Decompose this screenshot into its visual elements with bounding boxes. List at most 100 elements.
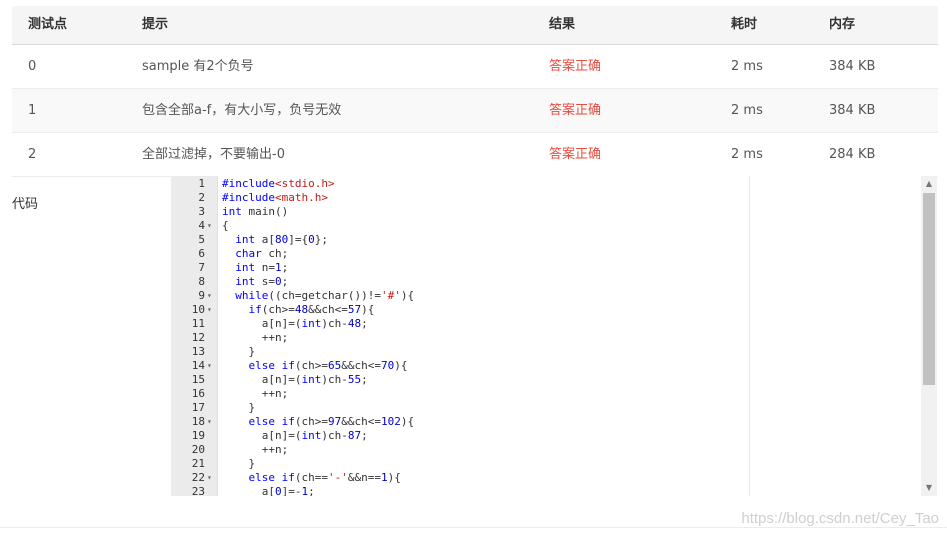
code-line[interactable]: 18 ▾ else if(ch>=97&&ch<=102){ xyxy=(171,415,911,429)
code-line[interactable]: 22 ▾ else if(ch=='-'&&n==1){ xyxy=(171,471,911,485)
scrollbar-thumb[interactable] xyxy=(923,193,935,385)
code-text[interactable]: ++n; xyxy=(222,331,289,345)
fold-toggle-icon[interactable]: ▾ xyxy=(207,415,215,429)
header-case: 测试点 xyxy=(28,17,68,32)
case-hint: 全部过滤掉，不要输出-0 xyxy=(142,147,285,162)
code-line[interactable]: 6 char ch; xyxy=(171,247,911,261)
case-time: 2 ms xyxy=(731,103,763,118)
code-line[interactable]: 7 int n=1; xyxy=(171,261,911,275)
code-line[interactable]: 23 a[0]=-1; xyxy=(171,485,911,496)
line-number: 9 xyxy=(198,289,205,302)
code-text[interactable]: if(ch>=48&&ch<=57){ xyxy=(222,303,375,317)
line-number: 8 xyxy=(198,275,205,288)
fold-toggle-icon[interactable]: ▾ xyxy=(207,303,215,317)
line-number: 14 xyxy=(191,359,205,372)
line-number: 10 xyxy=(191,303,205,316)
code-line[interactable]: 10 ▾ if(ch>=48&&ch<=57){ xyxy=(171,303,911,317)
code-text[interactable]: else if(ch=='-'&&n==1){ xyxy=(222,471,401,485)
code-line[interactable]: 9 ▾ while((ch=getchar())!='#'){ xyxy=(171,289,911,303)
code-text[interactable]: a[n]=(int)ch-55; xyxy=(222,373,368,387)
code-line[interactable]: 3 int main() xyxy=(171,205,911,219)
code-text[interactable]: char ch; xyxy=(222,247,288,261)
line-number: 22 xyxy=(191,471,205,484)
code-line[interactable]: 2 #include<math.h> xyxy=(171,191,911,205)
code-editor[interactable]: 1 #include<stdio.h> 2 #include<math.h> 3 int … xyxy=(171,176,937,496)
divider xyxy=(0,527,947,528)
editor-scrollbar[interactable]: ▲ ▼ xyxy=(921,176,937,496)
watermark: https://blog.csdn.net/Cey_Tao xyxy=(741,510,939,527)
case-time: 2 ms xyxy=(731,59,763,74)
fold-toggle-icon[interactable]: ▾ xyxy=(207,471,215,485)
code-text[interactable]: { xyxy=(222,219,229,233)
code-line[interactable]: 5 int a[80]={0}; xyxy=(171,233,911,247)
code-line[interactable]: 15 a[n]=(int)ch-55; xyxy=(171,373,911,387)
code-text[interactable]: ++n; xyxy=(222,387,289,401)
header-result: 结果 xyxy=(549,17,576,32)
case-result: 答案正确 xyxy=(549,147,602,162)
code-text[interactable]: a[n]=(int)ch-48; xyxy=(222,317,368,331)
code-text[interactable]: ++n; xyxy=(222,443,289,457)
line-number: 11 xyxy=(191,317,205,330)
code-text[interactable]: else if(ch>=65&&ch<=70){ xyxy=(222,359,408,373)
line-number: 17 xyxy=(191,401,205,414)
code-text[interactable]: } xyxy=(222,345,255,359)
code-line[interactable]: 17 } xyxy=(171,401,911,415)
line-number: 23 xyxy=(191,485,205,496)
line-number: 15 xyxy=(191,373,205,386)
table-row: 1 包含全部a-f，有大小写，负号无效 答案正确 2 ms 384 KB xyxy=(12,89,938,133)
code-text[interactable]: a[n]=(int)ch-87; xyxy=(222,429,368,443)
header-time: 耗时 xyxy=(731,17,758,32)
code-text[interactable]: } xyxy=(222,401,255,415)
case-id: 1 xyxy=(28,103,37,118)
code-text[interactable]: int s=0; xyxy=(222,275,288,289)
code-line[interactable]: 19 a[n]=(int)ch-87; xyxy=(171,429,911,443)
code-line[interactable]: 16 ++n; xyxy=(171,387,911,401)
scroll-down-arrow-icon[interactable]: ▼ xyxy=(921,480,937,496)
table-row: 0 sample 有2个负号 答案正确 2 ms 384 KB xyxy=(12,45,938,89)
case-id: 2 xyxy=(28,147,37,162)
code-line[interactable]: 8 int s=0; xyxy=(171,275,911,289)
line-number: 1 xyxy=(198,177,205,190)
scroll-up-arrow-icon[interactable]: ▲ xyxy=(921,176,937,192)
case-result: 答案正确 xyxy=(549,59,602,74)
line-number: 20 xyxy=(191,443,205,456)
case-time: 2 ms xyxy=(731,147,763,162)
fold-toggle-icon[interactable]: ▾ xyxy=(207,289,215,303)
fold-toggle-icon[interactable]: ▾ xyxy=(207,219,215,233)
code-line[interactable]: 21 } xyxy=(171,457,911,471)
line-number: 5 xyxy=(198,233,205,246)
header-hint: 提示 xyxy=(142,17,169,32)
code-line[interactable]: 14 ▾ else if(ch>=65&&ch<=70){ xyxy=(171,359,911,373)
line-number: 12 xyxy=(191,331,205,344)
code-text[interactable]: #include<math.h> xyxy=(222,191,328,205)
code-text[interactable]: int a[80]={0}; xyxy=(222,233,328,247)
case-result: 答案正确 xyxy=(549,103,602,118)
code-line[interactable]: 20 ++n; xyxy=(171,443,911,457)
code-text[interactable]: } xyxy=(222,457,255,471)
line-number: 7 xyxy=(198,261,205,274)
case-id: 0 xyxy=(28,59,37,74)
code-text[interactable]: else if(ch>=97&&ch<=102){ xyxy=(222,415,415,429)
code-line[interactable]: 13 } xyxy=(171,345,911,359)
fold-toggle-icon[interactable]: ▾ xyxy=(207,359,215,373)
code-text[interactable]: int n=1; xyxy=(222,261,288,275)
line-number: 21 xyxy=(191,457,205,470)
code-text[interactable]: while((ch=getchar())!='#'){ xyxy=(222,289,414,303)
line-number: 19 xyxy=(191,429,205,442)
case-memory: 384 KB xyxy=(829,103,876,118)
header-memory: 内存 xyxy=(829,17,856,32)
case-memory: 384 KB xyxy=(829,59,876,74)
code-text[interactable]: a[0]=-1; xyxy=(222,485,315,496)
table-header: 测试点 提示 结果 耗时 内存 xyxy=(12,6,938,45)
table-row: 2 全部过滤掉，不要输出-0 答案正确 2 ms 284 KB xyxy=(12,133,938,177)
code-line[interactable]: 1 #include<stdio.h> xyxy=(171,177,911,191)
line-number: 3 xyxy=(198,205,205,218)
case-memory: 284 KB xyxy=(829,147,876,162)
line-number: 6 xyxy=(198,247,205,260)
line-number: 13 xyxy=(191,345,205,358)
code-text[interactable]: #include<stdio.h> xyxy=(222,177,335,191)
code-line[interactable]: 11 a[n]=(int)ch-48; xyxy=(171,317,911,331)
code-text[interactable]: int main() xyxy=(222,205,288,219)
code-line[interactable]: 4 ▾ { xyxy=(171,219,911,233)
code-line[interactable]: 12 ++n; xyxy=(171,331,911,345)
